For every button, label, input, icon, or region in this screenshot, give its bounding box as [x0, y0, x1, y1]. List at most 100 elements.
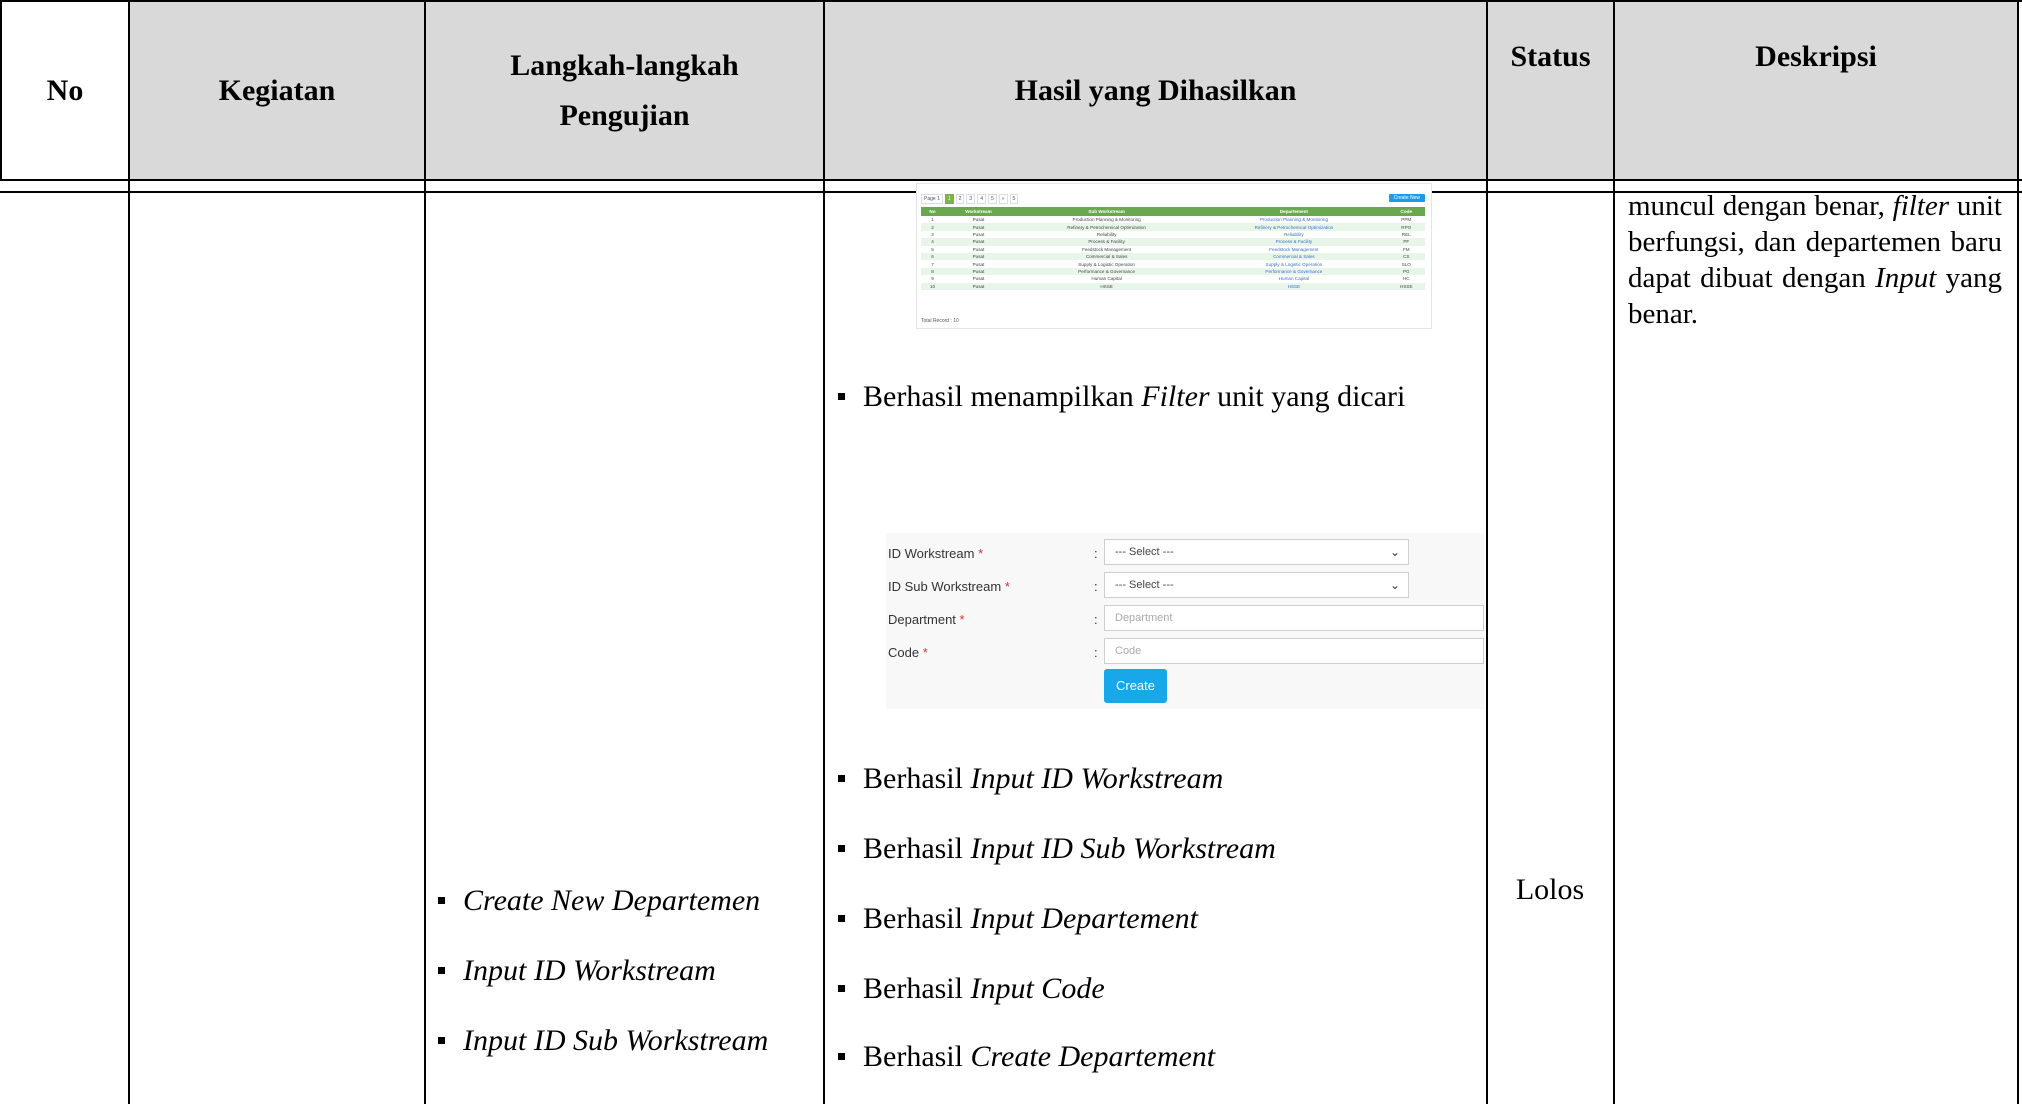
col-line-status — [1613, 0, 1615, 1104]
create-button: Create — [1104, 669, 1167, 703]
hasil-item: Berhasil Create Departement — [838, 1040, 1215, 1074]
table-cell: Commercial & Sales — [1200, 252, 1388, 261]
header-no: No — [46, 73, 84, 107]
code-input: Code — [1104, 638, 1484, 664]
table-cell: Feedstock Management — [1081, 246, 1132, 252]
table-cell: 9 — [931, 276, 934, 282]
header-divider — [0, 179, 2022, 181]
table-row: 3 Pusat Reliability Reliability REL — [921, 231, 1425, 238]
bullet-icon — [438, 1036, 445, 1044]
hasil-filter-prefix: Berhasil menampilkan — [863, 380, 1142, 413]
table-cell: RPO — [1387, 223, 1425, 231]
bullet-icon — [838, 984, 845, 992]
table-cell: 10 — [921, 282, 944, 290]
header-deskripsi: Deskripsi — [1755, 40, 1877, 73]
department-table: No Workstream Sub Workstream Departement… — [921, 207, 1425, 290]
table-cell: HSSE — [1387, 282, 1425, 290]
table-cell: Performance & Governance — [1200, 267, 1388, 276]
hasil-filter-italic: Filter — [1141, 380, 1210, 413]
table-cell: Supply & Logistic Operation — [1265, 261, 1323, 267]
table-cell: HC — [1402, 276, 1410, 282]
code-label: Code * — [888, 645, 928, 660]
table-cell: HSSE — [1200, 282, 1388, 290]
hasil-item: Berhasil Input Departement — [838, 902, 1198, 936]
table-row: 2 Pusat Refinery & Petrochemical Optimizat… — [921, 223, 1425, 231]
table-cell: HSSE — [1012, 282, 1201, 290]
table-cell: Pusat — [972, 217, 985, 223]
table-cell: 1 — [931, 217, 934, 223]
sws-colon: : — [1094, 579, 1098, 594]
table-cell: PF — [1387, 238, 1425, 246]
hasil-filter-item: Berhasil menampilkan Filter unit yang di… — [838, 380, 1405, 414]
table-cell: 2 — [921, 223, 944, 231]
table-cell: Feedstock Management — [1269, 246, 1319, 252]
table-cell: Production Planning & Monitoring — [1072, 217, 1141, 223]
total-record: Total Record : 10 — [921, 318, 959, 324]
table-cell: Process & Facility — [1200, 238, 1388, 246]
hasil-filter-suffix: unit yang dicari — [1209, 380, 1406, 413]
header-hasil: Hasil yang Dihasilkan — [1014, 73, 1297, 107]
table-row: 8 Pusat Performance & Governance Performanc… — [921, 267, 1425, 276]
table-cell: Reliability — [1284, 231, 1304, 237]
hasil-item: Berhasil Input ID Sub Workstream — [838, 832, 1276, 866]
table-cell: 6 — [921, 252, 944, 261]
page-4: 4 — [977, 194, 986, 204]
col-departement: Departement — [1200, 207, 1388, 216]
table-cell: CS — [1387, 252, 1425, 261]
status-value: Lolos — [1515, 873, 1585, 906]
chevron-down-icon: ⌄ — [1389, 578, 1400, 592]
header-status: Status — [1510, 40, 1591, 73]
langkah-item: Create New Departemen — [438, 884, 760, 918]
table-cell: FM — [1402, 246, 1410, 252]
page-5: 5 — [987, 194, 997, 204]
table-cell: Pusat — [972, 246, 985, 252]
page-3: 3 — [966, 194, 976, 204]
table-cell: Supply & Logistic Operation — [1078, 261, 1135, 267]
table-cell: Performance & Governance — [1012, 267, 1201, 276]
table-row: 9 Pusat Human Capital Human Capital HC — [921, 275, 1425, 282]
table-cell: 8 — [921, 267, 944, 276]
dept-label: Department * — [888, 612, 965, 627]
table-row: 5 Pusat Feedstock Management Feedstock Mana… — [921, 246, 1425, 253]
col-sub-workstream: Sub Workstream — [1012, 207, 1201, 216]
table-cell: Pusat — [943, 252, 1013, 261]
table-cell: Pusat — [943, 282, 1013, 290]
header-langkah-line2: Pengujian — [559, 98, 690, 132]
header-kegiatan: Kegiatan — [218, 73, 336, 107]
table-row: 10 Pusat HSSE HSSE HSSE — [921, 282, 1425, 290]
table-cell: Pusat — [943, 223, 1013, 231]
hasil-item: Berhasil Input Code — [838, 972, 1105, 1006]
langkah-item: Input ID Workstream — [438, 954, 716, 988]
bullet-icon — [838, 774, 845, 782]
bullet-icon — [438, 966, 445, 974]
table-cell: 4 — [921, 238, 944, 246]
table-cell: Refinery & Petrochemical Optimization — [1200, 223, 1388, 231]
department-table-screenshot: Page 1 1 2 3 4 5 » 5 Create New No Works… — [916, 183, 1432, 329]
bullet-icon — [838, 844, 845, 852]
table-cell: 5 — [931, 246, 934, 252]
page-label: Page 1 — [921, 194, 943, 204]
table-border-right — [2017, 0, 2019, 1104]
langkah-item: Input ID Sub Workstream — [438, 1024, 768, 1058]
create-department-form-screenshot: ID Workstream * : --- Select --- ⌄ ID Sub… — [886, 533, 1484, 709]
col-workstream: Workstream — [943, 207, 1013, 216]
table-row: 1 Pusat Production Planning & Monitoring Pr… — [921, 216, 1425, 223]
table-row: 7 Pusat Supply & Logistic Operation Supply … — [921, 260, 1425, 267]
col-line-hasil — [1486, 0, 1488, 1104]
table-cell: REL — [1401, 231, 1411, 237]
workstream-select: --- Select --- ⌄ — [1104, 539, 1409, 565]
chevron-down-icon: ⌄ — [1389, 545, 1400, 559]
deskripsi-text: muncul dengan benar, filter unit berfung… — [1628, 190, 2002, 330]
page-last: 5 — [1009, 194, 1019, 204]
table-cell: 7 — [931, 261, 934, 267]
sws-label: ID Sub Workstream * — [888, 579, 1010, 594]
ws-colon: : — [1094, 546, 1098, 561]
table-cell: Pusat — [972, 261, 985, 267]
table-cell: Human Capital — [1091, 276, 1122, 282]
page-2: 2 — [955, 194, 965, 204]
table-row: 4 Pusat Process & Facility Process & Facili… — [921, 238, 1425, 246]
table-cell: Pusat — [943, 267, 1013, 276]
table-cell: Refinery & Petrochemical Optimization — [1012, 223, 1201, 231]
table-cell: PPM — [1401, 217, 1412, 223]
table-cell: Pusat — [972, 276, 985, 282]
